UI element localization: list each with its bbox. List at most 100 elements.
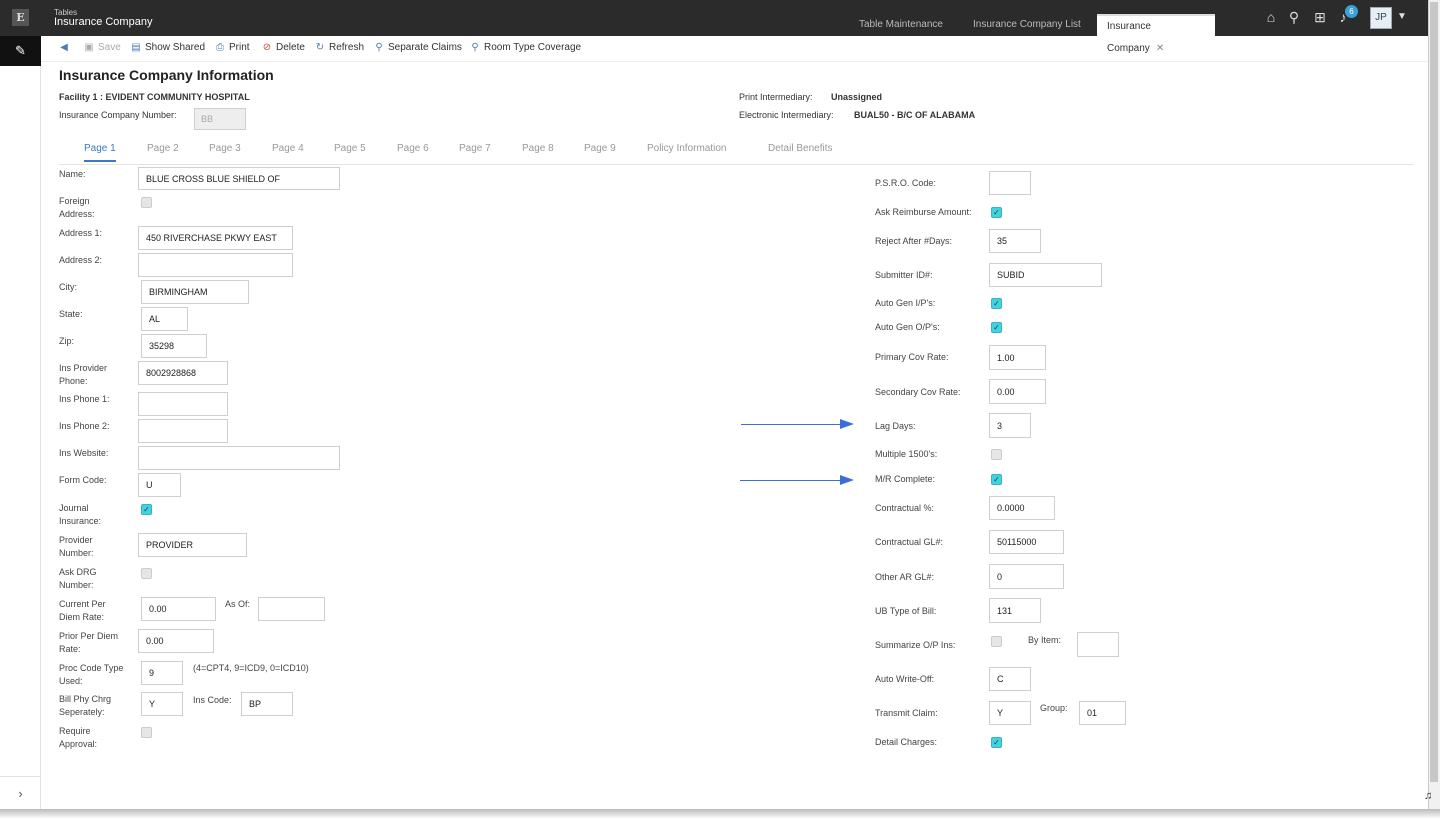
contractual-pct-label: Contractual %:	[875, 503, 935, 513]
delete-button[interactable]: ⊘ Delete	[261, 42, 305, 53]
refresh-label: Refresh	[329, 42, 365, 53]
summarize-op-ins-checkbox[interactable]	[991, 636, 1002, 647]
separate-claims-label: Separate Claims	[388, 42, 462, 53]
app-window: E Tables Insurance Company Table Mainten…	[0, 0, 1449, 819]
detail-charges-checkbox[interactable]: ✓	[991, 737, 1002, 748]
proc-code-type-used-label: Proc Code Type Used:	[59, 663, 124, 686]
show-shared-button[interactable]: ▤ Show Shared	[130, 42, 205, 53]
top-header-bar: E Tables Insurance Company Table Mainten…	[0, 0, 1428, 54]
contractual-pct-field[interactable]: 0.0000	[989, 496, 1055, 520]
tab-insurance-company[interactable]: Insurance Company ✕	[1097, 14, 1215, 54]
multiple-1500s-checkbox[interactable]	[991, 449, 1002, 460]
address1-field[interactable]: 450 RIVERCHASE PKWY EAST	[138, 226, 293, 250]
tab-page-5[interactable]: Page 5	[334, 143, 366, 154]
contractual-gl-field[interactable]: 50115000	[989, 530, 1064, 554]
shared-icon: ▤	[131, 42, 141, 53]
tab-insurance-company-list[interactable]: Insurance Company List	[963, 14, 1091, 36]
ins-provider-phone-field[interactable]: 8002928868	[138, 361, 228, 385]
annotation-arrow-mr-complete	[740, 480, 841, 481]
tab-policy-information[interactable]: Policy Information	[647, 143, 726, 154]
zip-field[interactable]: 35298	[141, 334, 207, 358]
caret-down-icon[interactable]: ▼	[1397, 11, 1407, 22]
ins-phone2-field[interactable]	[138, 419, 228, 443]
chevron-right-icon[interactable]: ›	[0, 776, 41, 809]
tab-detail-benefits[interactable]: Detail Benefits	[768, 143, 832, 154]
ins-code-field[interactable]: BP	[241, 692, 293, 716]
secondary-cov-rate-field[interactable]: 0.00	[989, 379, 1046, 404]
grid-icon[interactable]: ⊞	[1312, 9, 1328, 25]
ins-website-field[interactable]	[138, 446, 340, 470]
primary-cov-rate-field[interactable]: 1.00	[989, 345, 1046, 370]
tab-page-6[interactable]: Page 6	[397, 143, 429, 154]
save-icon: ▣	[84, 42, 94, 53]
detail-charges-label: Detail Charges:	[875, 737, 938, 747]
ub-type-of-bill-field[interactable]: 131	[989, 598, 1041, 623]
lag-days-field[interactable]: 3	[989, 413, 1031, 438]
provider-number-field[interactable]: PROVIDER	[138, 533, 247, 557]
save-button[interactable]: ▣ Save	[83, 42, 121, 53]
bill-phy-chrg-separately-label: Bill Phy Chrg Seperately:	[59, 694, 112, 717]
auto-gen-ops-checkbox[interactable]: ✓	[991, 322, 1002, 333]
separate-claims-button[interactable]: ⚲ Separate Claims	[373, 42, 462, 53]
auto-gen-ips-checkbox[interactable]: ✓	[991, 298, 1002, 309]
require-approval-checkbox[interactable]	[141, 727, 152, 738]
form-code-field[interactable]: U	[138, 473, 181, 497]
tab-page-4[interactable]: Page 4	[272, 143, 304, 154]
scrollbar-thumb[interactable]	[1430, 2, 1438, 782]
tab-page-1[interactable]: Page 1	[84, 143, 116, 162]
ask-drg-number-checkbox[interactable]	[141, 568, 152, 579]
reject-after-days-label: Reject After #Days:	[875, 236, 953, 246]
current-per-diem-rate-field[interactable]: 0.00	[141, 597, 216, 621]
reject-after-days-field[interactable]: 35	[989, 229, 1041, 253]
prior-per-diem-rate-field[interactable]: 0.00	[138, 629, 214, 653]
tab-page-3[interactable]: Page 3	[209, 143, 241, 154]
as-of-field[interactable]	[258, 597, 325, 621]
auto-write-off-label: Auto Write-Off:	[875, 674, 935, 684]
app-logo[interactable]: E	[12, 9, 29, 26]
edit-icon[interactable]: ✎	[0, 36, 41, 66]
user-avatar[interactable]: JP	[1370, 7, 1392, 29]
tab-page-2[interactable]: Page 2	[147, 143, 179, 154]
transmit-claim-field[interactable]: Y	[989, 701, 1031, 725]
address2-label: Address 2:	[59, 255, 103, 265]
mr-complete-checkbox[interactable]: ✓	[991, 474, 1002, 485]
bell-outline-icon[interactable]: ♫	[1424, 790, 1432, 802]
ins-code-label: Ins Code:	[193, 695, 232, 705]
as-of-label: As Of:	[225, 599, 251, 609]
submitter-id-field[interactable]: SUBID	[989, 263, 1102, 287]
by-item-field[interactable]	[1077, 632, 1119, 657]
state-field[interactable]: AL	[141, 307, 188, 331]
tab-page-7[interactable]: Page 7	[459, 143, 491, 154]
save-label: Save	[98, 42, 121, 53]
tab-page-9[interactable]: Page 9	[584, 143, 616, 154]
ins-phone1-field[interactable]	[138, 392, 228, 416]
proc-code-type-used-field[interactable]: 9	[141, 661, 183, 685]
electronic-intermediary-value: BUAL50 - B/C OF ALABAMA	[854, 110, 976, 120]
group-field[interactable]: 01	[1079, 701, 1126, 725]
module-title: Insurance Company	[54, 16, 153, 28]
foreign-address-checkbox[interactable]	[141, 197, 152, 208]
room-type-coverage-button[interactable]: ⚲ Room Type Coverage	[469, 42, 581, 53]
tab-page-8[interactable]: Page 8	[522, 143, 554, 154]
address2-field[interactable]	[138, 253, 293, 277]
auto-write-off-field[interactable]: C	[989, 667, 1031, 691]
home-icon[interactable]: ⌂	[1263, 9, 1279, 25]
back-button[interactable]: ◀	[58, 42, 73, 53]
psro-code-field[interactable]	[989, 171, 1031, 195]
journal-insurance-checkbox[interactable]: ✓	[141, 504, 152, 515]
primary-cov-rate-label: Primary Cov Rate:	[875, 352, 949, 362]
refresh-button[interactable]: ↻ Refresh	[314, 42, 364, 53]
contractual-gl-label: Contractual GL#:	[875, 537, 944, 547]
other-ar-gl-field[interactable]: 0	[989, 564, 1064, 589]
city-field[interactable]: BIRMINGHAM	[141, 280, 249, 304]
search-icon[interactable]: ⚲	[1286, 9, 1302, 25]
ask-reimburse-amount-checkbox[interactable]: ✓	[991, 207, 1002, 218]
tab-divider	[59, 164, 1414, 165]
bottom-edge	[0, 809, 1440, 819]
ins-company-number-label: Insurance Company Number:	[59, 110, 177, 120]
tab-table-maintenance[interactable]: Table Maintenance	[849, 14, 953, 36]
print-label: Print	[229, 42, 250, 53]
bill-phy-chrg-separately-field[interactable]: Y	[141, 692, 183, 716]
name-field[interactable]: BLUE CROSS BLUE SHIELD OF	[138, 167, 340, 190]
print-button[interactable]: ⎙ Print	[214, 42, 250, 53]
